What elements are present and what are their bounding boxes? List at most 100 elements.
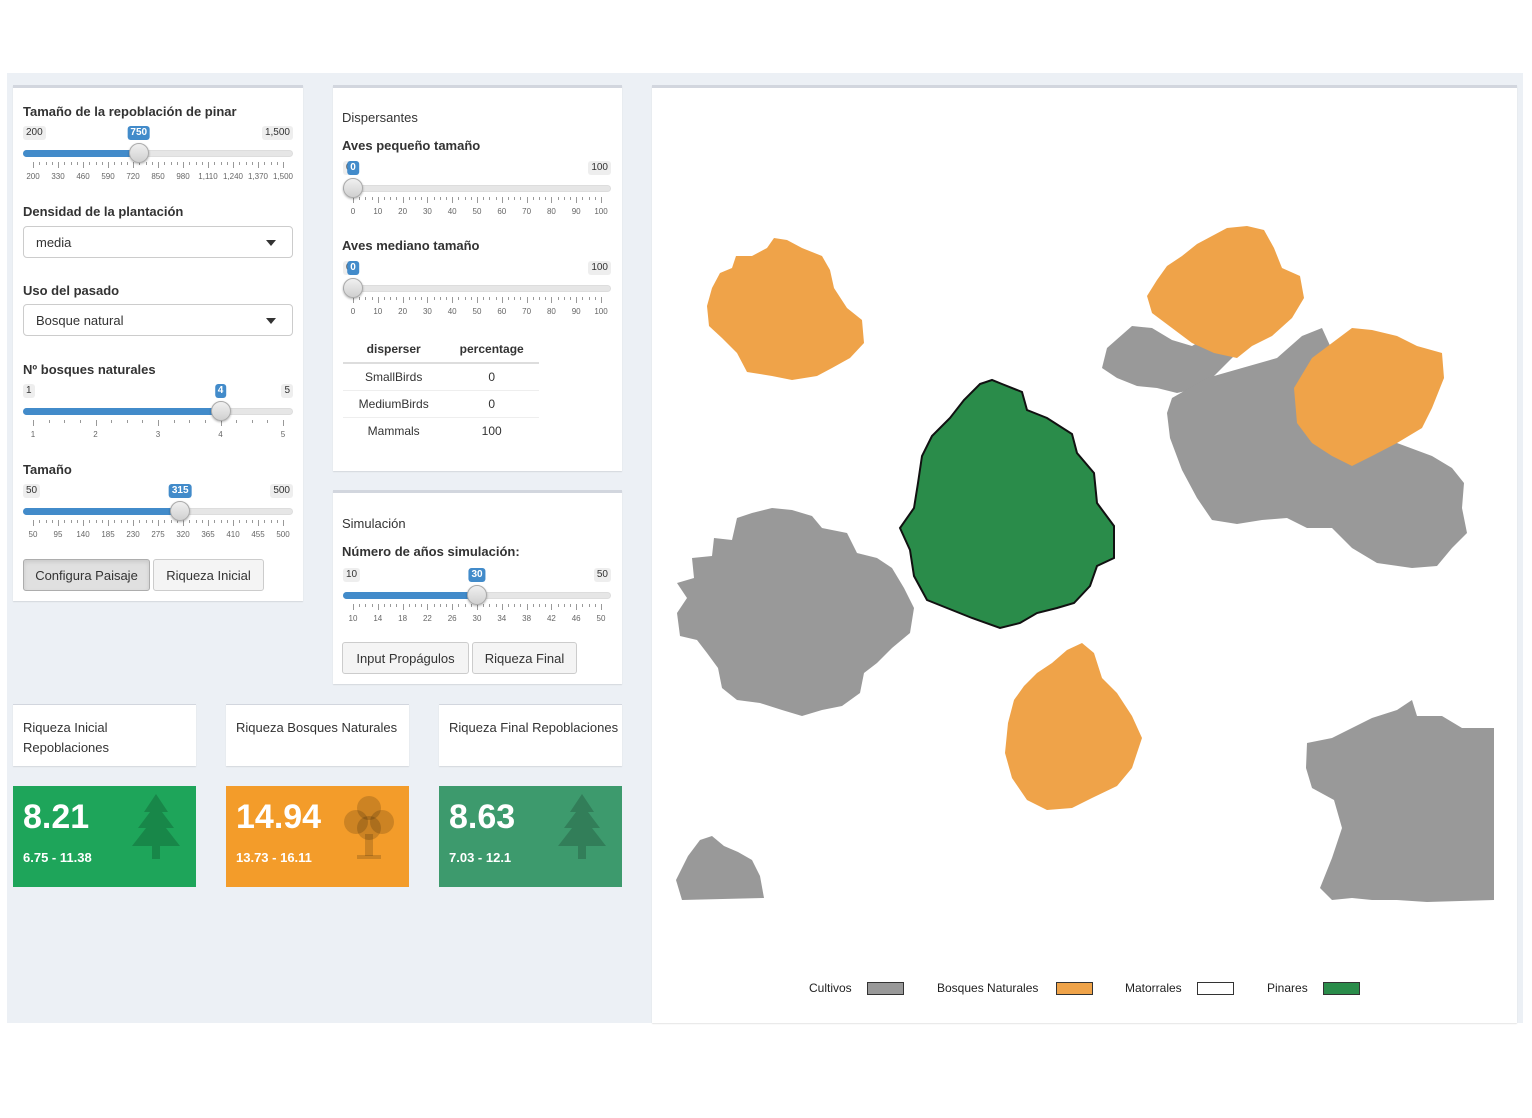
- slider-tick: [452, 197, 454, 203]
- slider-tick: [576, 197, 578, 203]
- table-cell: SmallBirds: [343, 362, 445, 391]
- slider-tick-label: 80: [546, 207, 556, 216]
- slider-tick-label: 14: [373, 614, 383, 623]
- slider-tick: [514, 197, 516, 200]
- slider-ticks: [23, 520, 293, 526]
- slider-tick: [582, 604, 584, 607]
- slider-tick: [170, 520, 172, 523]
- slider-tick-label: 1,370: [247, 172, 269, 181]
- years-slider[interactable]: 10 50 10 14 18 22 26 30 34 38 42 46 50 30: [343, 568, 611, 640]
- slider-tick: [501, 197, 503, 203]
- natural-forests-title-box: Riqueza Bosques Naturales: [226, 704, 409, 766]
- legend-swatch-pinares: [1323, 982, 1360, 995]
- slider-tick: [570, 297, 571, 300]
- slider-min-label: 200: [23, 126, 46, 140]
- slider-tick: [208, 162, 209, 168]
- slider-tick: [464, 604, 466, 607]
- slider-tick-label: 100: [594, 207, 608, 216]
- past-use-select[interactable]: Bosque natural: [23, 304, 293, 336]
- bosques-patch: [1005, 643, 1142, 810]
- slider-max-label: 100: [588, 261, 611, 275]
- slider-handle[interactable]: [210, 401, 231, 421]
- input-propagules-button[interactable]: Input Propágulos: [342, 642, 469, 674]
- slider-tick: [551, 297, 553, 303]
- cultivos-patch: [677, 508, 914, 716]
- table-cell: 100: [444, 417, 539, 444]
- slider-tick: [452, 604, 454, 610]
- slider-track[interactable]: [343, 285, 611, 292]
- small-birds-slider[interactable]: 010001020304050607080901000: [343, 161, 611, 233]
- slider-tick: [145, 162, 147, 165]
- slider-tick-label: 455: [251, 530, 265, 539]
- small-birds-label: Aves pequeño tamaño: [342, 138, 481, 153]
- slider-tick: [158, 162, 159, 168]
- slider-tick-label: 230: [126, 530, 140, 539]
- slider-fill: [23, 150, 139, 157]
- slider-tick: [245, 520, 247, 523]
- slider-ticks: [23, 162, 293, 168]
- value-range: 6.75 - 11.38: [23, 850, 92, 865]
- slider-tick-label: 50: [28, 530, 38, 539]
- slider-tick-label: 410: [226, 530, 240, 539]
- slider-tick-label: 46: [571, 614, 581, 623]
- bosques-patch: [707, 238, 864, 380]
- table-cell: 0: [444, 362, 539, 391]
- pinar-patch: [898, 378, 1115, 630]
- slider-fill: [23, 408, 221, 415]
- slider-tick: [477, 297, 478, 303]
- slider-tick: [402, 297, 404, 303]
- slider-tick: [276, 162, 278, 165]
- slider-tick: [189, 420, 191, 423]
- slider-tick: [83, 162, 84, 168]
- final-richness-button[interactable]: Riqueza Final: [472, 642, 577, 674]
- slider-tick: [402, 197, 404, 203]
- slider-handle[interactable]: [343, 278, 363, 298]
- slider-track[interactable]: [343, 185, 611, 192]
- slider-tick-label: 26: [447, 614, 457, 623]
- slider-tick-label: 275: [151, 530, 165, 539]
- size-slider[interactable]: 200 1,500 200 330 460 590 720 850 980 1,110 1,240 1…: [23, 126, 293, 198]
- slider-handle[interactable]: [343, 178, 363, 198]
- configure-landscape-button[interactable]: Configura Paisaje: [23, 559, 150, 591]
- past-use-value: Bosque natural: [36, 313, 124, 328]
- slider-tick: [377, 297, 379, 303]
- slider-handle[interactable]: [170, 501, 191, 521]
- value-number: 8.63: [449, 798, 516, 836]
- slider-tick: [563, 197, 565, 200]
- slider-handle[interactable]: [128, 143, 149, 163]
- slider-tick: [408, 197, 410, 200]
- slider-tick: [594, 604, 596, 607]
- slider-tick: [539, 197, 540, 200]
- forests-slider[interactable]: 1 5 1 2 3 4 5 4: [23, 384, 293, 456]
- table-row: SmallBirds 0: [343, 362, 539, 391]
- slider-tick-label: 90: [571, 307, 581, 316]
- tamano-slider[interactable]: 50 500 50 95 140 185 230 275 320 365 410 455 500 315: [23, 484, 293, 556]
- slider-max-label: 1,500: [261, 126, 293, 140]
- slider-tick: [189, 162, 191, 165]
- slider-tick: [64, 420, 66, 423]
- table-header: percentage: [444, 336, 539, 364]
- slider-tick-label: 80: [546, 307, 556, 316]
- slider-tick: [101, 162, 103, 165]
- slider-tick: [145, 520, 147, 523]
- slider-tick: [365, 197, 367, 200]
- slider-tick: [95, 420, 97, 426]
- density-select[interactable]: media: [23, 226, 293, 258]
- slider-tick: [446, 297, 447, 300]
- map-legend: Cultivos Bosques Naturales Matorrales Pi…: [652, 981, 1517, 1001]
- legend-label: Bosques Naturales: [937, 981, 1039, 995]
- slider-handle[interactable]: [467, 585, 487, 605]
- medium-birds-slider[interactable]: 010001020304050607080901000: [343, 261, 611, 333]
- slider-tick: [76, 162, 78, 165]
- slider-tick-label: 70: [522, 207, 532, 216]
- slider-tick: [208, 520, 209, 526]
- initial-richness-value-box: 8.21 6.75 - 11.38: [13, 786, 196, 887]
- slider-tick: [120, 162, 122, 165]
- slider-tick: [45, 520, 47, 523]
- slider-tick: [51, 162, 53, 165]
- slider-tick: [108, 520, 109, 526]
- slider-tick: [51, 520, 53, 523]
- initial-richness-button[interactable]: Riqueza Inicial: [153, 559, 264, 591]
- slider-tick: [283, 520, 284, 526]
- final-richness-value-box: 8.63 7.03 - 12.1: [439, 786, 622, 887]
